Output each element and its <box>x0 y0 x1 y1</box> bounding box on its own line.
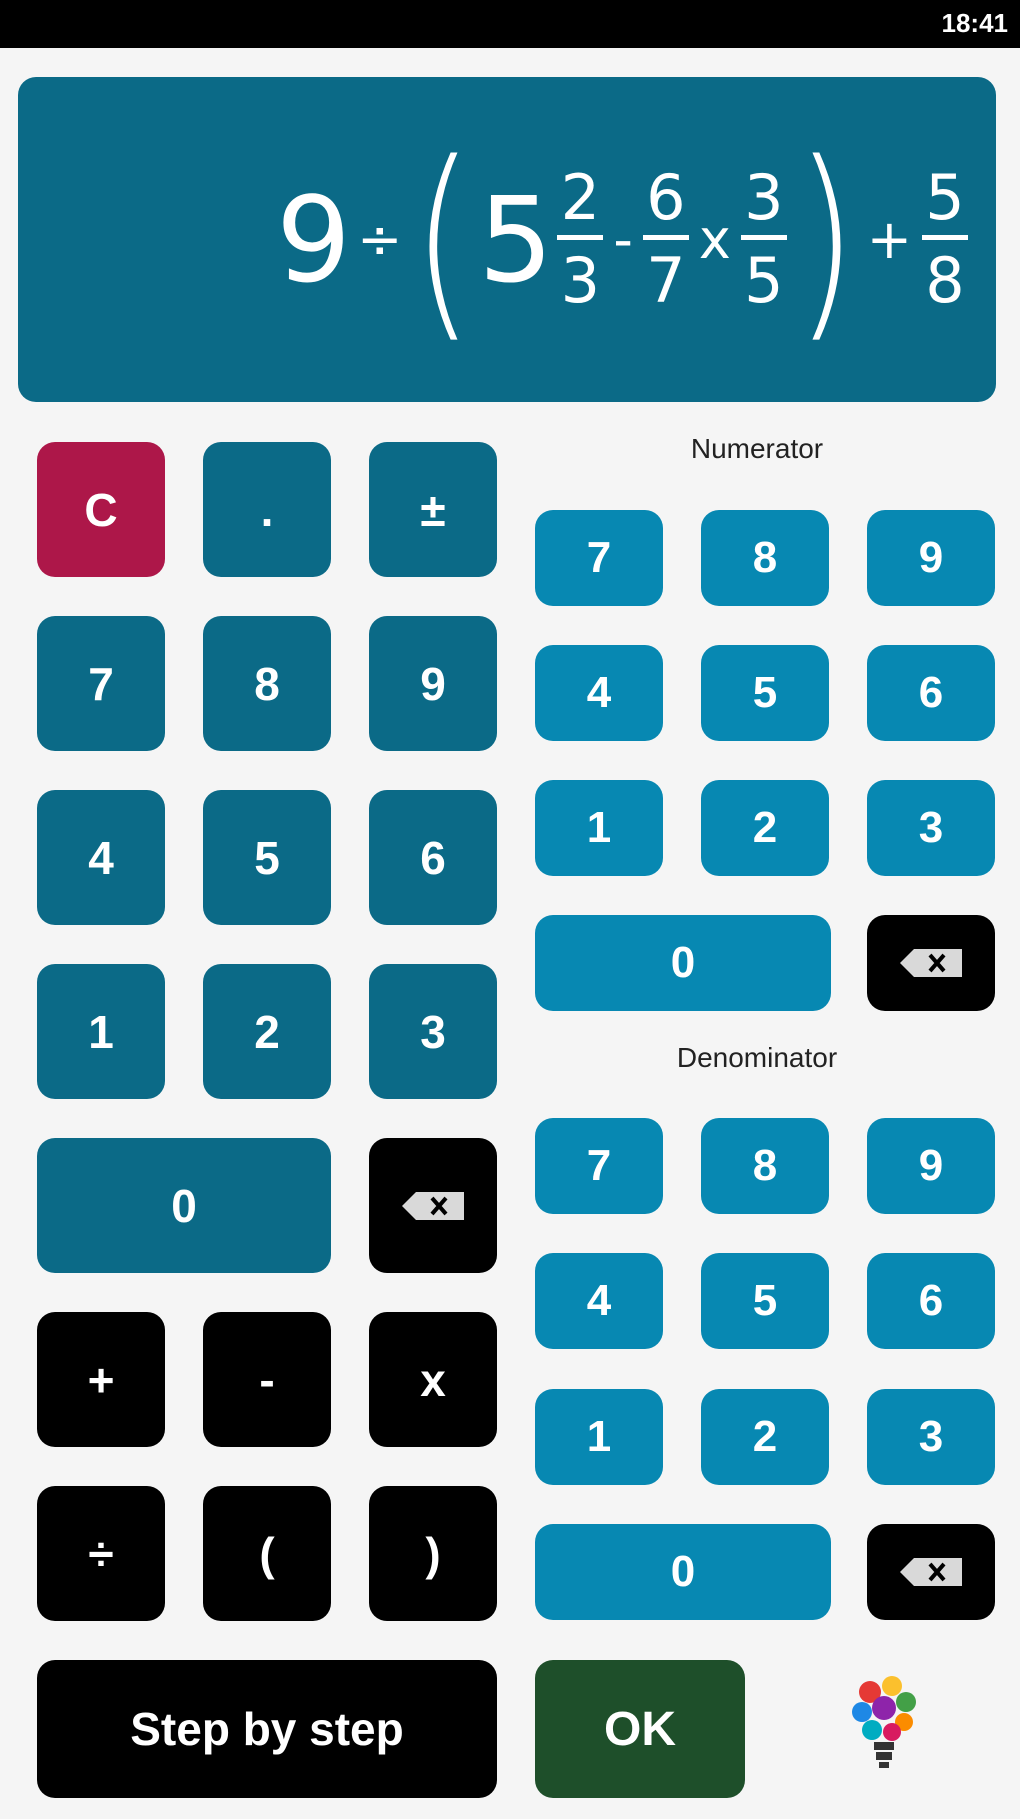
numerator-digit-5-button[interactable]: 5 <box>701 645 829 741</box>
denominator-backspace-button[interactable] <box>867 1524 995 1620</box>
numerator-label: Numerator <box>690 433 824 464</box>
fraction-numerator: 3 <box>744 161 784 234</box>
numerator-backspace-button[interactable] <box>867 915 995 1011</box>
expr-minus: - <box>613 208 633 271</box>
expr-open-paren: ( <box>412 116 475 362</box>
left-digit-9-button[interactable]: 9 <box>369 616 497 751</box>
numerator-digit-3-button[interactable]: 3 <box>867 780 995 876</box>
left-backspace-button[interactable] <box>369 1138 497 1273</box>
ok-button[interactable]: OK <box>535 1660 745 1798</box>
fraction-numerator: 6 <box>646 161 686 234</box>
fraction-denominator: 7 <box>646 244 686 317</box>
fraction-bar <box>740 235 787 240</box>
expr-multiply: x <box>698 208 731 271</box>
denominator-digit-9-button[interactable]: 9 <box>867 1118 995 1214</box>
fraction-denominator: 5 <box>744 244 784 317</box>
fraction-bar <box>557 235 604 240</box>
plus-button[interactable]: + <box>37 1312 165 1447</box>
clear-button[interactable]: C <box>37 442 165 577</box>
status-time: 18:41 <box>941 8 1009 38</box>
left-digit-2-button[interactable]: 2 <box>203 964 331 1099</box>
left-digit-5-button[interactable]: 5 <box>203 790 331 925</box>
minus-button[interactable]: - <box>203 1312 331 1447</box>
numerator-digit-4-button[interactable]: 4 <box>535 645 663 741</box>
denominator-label: Denominator <box>676 1042 838 1073</box>
denominator-digit-8-button[interactable]: 8 <box>701 1118 829 1214</box>
backspace-icon <box>900 1558 962 1586</box>
fraction-bar <box>922 235 968 240</box>
numerator-digit-9-button[interactable]: 9 <box>867 510 995 606</box>
divide-button[interactable]: ÷ <box>37 1486 165 1621</box>
left-digit-6-button[interactable]: 6 <box>369 790 497 925</box>
denominator-digit-1-button[interactable]: 1 <box>535 1389 663 1485</box>
expr-close-paren: ) <box>795 116 857 362</box>
multiply-button[interactable]: x <box>369 1312 497 1447</box>
left-digit-8-button[interactable]: 8 <box>203 616 331 751</box>
numerator-digit-1-button[interactable]: 1 <box>535 780 663 876</box>
numerator-digit-2-button[interactable]: 2 <box>701 780 829 876</box>
fraction-numerator: 2 <box>560 161 601 234</box>
lightbulb-icon[interactable] <box>848 1672 920 1772</box>
left-digit-3-button[interactable]: 3 <box>369 964 497 1099</box>
numerator-digit-7-button[interactable]: 7 <box>535 510 663 606</box>
denominator-digit-7-button[interactable]: 7 <box>535 1118 663 1214</box>
sign-toggle-button[interactable]: ± <box>369 442 497 577</box>
expr-plus: + <box>866 208 912 271</box>
expr-fraction-2: 6 7 <box>642 161 689 317</box>
numerator-digit-0-button[interactable]: 0 <box>535 915 831 1011</box>
status-bar: 18:41 <box>0 0 1020 48</box>
expression: 9 ÷ ( 5 2 3 - 6 7 x 3 5 ) + 5 8 <box>276 77 972 402</box>
step-by-step-button[interactable]: Step by step <box>37 1660 497 1798</box>
denominator-digit-5-button[interactable]: 5 <box>701 1253 829 1349</box>
expr-divide: ÷ <box>357 208 403 271</box>
fraction-bar <box>642 235 689 240</box>
numerator-digit-8-button[interactable]: 8 <box>701 510 829 606</box>
denominator-digit-6-button[interactable]: 6 <box>867 1253 995 1349</box>
expression-display: 9 ÷ ( 5 2 3 - 6 7 x 3 5 ) + 5 8 <box>18 77 996 402</box>
decimal-point-button[interactable]: . <box>203 442 331 577</box>
expr-fraction-4: 5 8 <box>922 167 968 312</box>
backspace-icon <box>402 1191 464 1220</box>
expr-fraction-1: 2 3 <box>557 161 604 317</box>
denominator-digit-4-button[interactable]: 4 <box>535 1253 663 1349</box>
denominator-digit-2-button[interactable]: 2 <box>701 1389 829 1485</box>
denominator-digit-0-button[interactable]: 0 <box>535 1524 831 1620</box>
expr-whole: 9 <box>276 170 352 309</box>
fraction-numerator: 5 <box>925 161 965 234</box>
denominator-digit-3-button[interactable]: 3 <box>867 1389 995 1485</box>
left-digit-7-button[interactable]: 7 <box>37 616 165 751</box>
numerator-digit-6-button[interactable]: 6 <box>867 645 995 741</box>
left-digit-4-button[interactable]: 4 <box>37 790 165 925</box>
expr-mixed-whole: 5 <box>478 170 554 309</box>
expr-fraction-3: 3 5 <box>740 161 787 317</box>
fraction-denominator: 3 <box>560 244 601 317</box>
close-paren-button[interactable]: ) <box>369 1486 497 1621</box>
open-paren-button[interactable]: ( <box>203 1486 331 1621</box>
left-digit-0-button[interactable]: 0 <box>37 1138 331 1273</box>
backspace-icon <box>900 949 962 977</box>
fraction-denominator: 8 <box>925 244 965 317</box>
left-digit-1-button[interactable]: 1 <box>37 964 165 1099</box>
